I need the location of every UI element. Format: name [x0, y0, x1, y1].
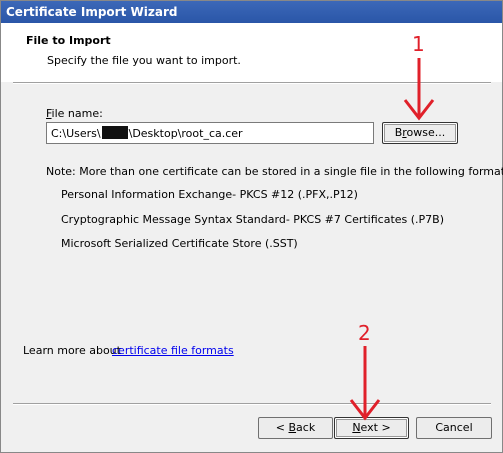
annotation-arrow-2	[349, 346, 381, 421]
title-bar: Certificate Import Wizard	[1, 1, 502, 23]
page-subtitle: Specify the file you want to import.	[47, 54, 241, 67]
footer-divider	[13, 403, 491, 405]
format-pfx: Personal Information Exchange- PKCS #12 …	[61, 188, 358, 201]
file-name-input[interactable]: C:\Users\ \Desktop\root_ca.cer	[46, 122, 374, 144]
annotation-label-1: 1	[412, 32, 425, 56]
window-title: Certificate Import Wizard	[6, 5, 178, 19]
format-sst: Microsoft Serialized Certificate Store (…	[61, 237, 298, 250]
redacted-username	[101, 126, 128, 139]
learn-more-text: Learn more about	[23, 344, 121, 357]
annotation-arrow-1	[403, 58, 435, 121]
note-text: Note: More than one certificate can be s…	[46, 165, 503, 178]
file-name-label: File name:	[46, 107, 103, 120]
file-path-prefix: C:\Users\	[51, 127, 101, 140]
back-button[interactable]: < Back	[258, 417, 333, 439]
certificate-import-wizard-window: Certificate Import Wizard File to Import…	[0, 0, 503, 453]
certificate-file-formats-link[interactable]: certificate file formats	[112, 344, 234, 357]
annotation-label-2: 2	[358, 321, 371, 345]
format-p7b: Cryptographic Message Syntax Standard- P…	[61, 213, 445, 226]
page-title: File to Import	[26, 34, 111, 47]
file-path-suffix: \Desktop\root_ca.cer	[128, 127, 243, 140]
cancel-button[interactable]: Cancel	[416, 417, 492, 439]
